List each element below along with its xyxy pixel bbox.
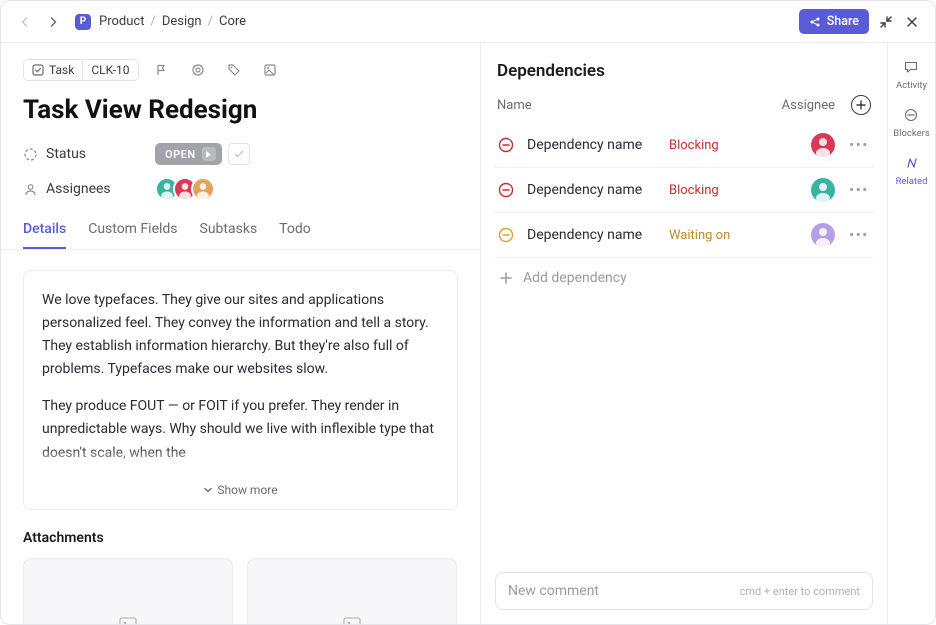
breadcrumb-separator: / [150,14,155,29]
block-icon [497,181,515,199]
plus-icon [499,271,513,285]
block-icon [903,107,919,123]
comment-input[interactable]: New comment cmd + enter to comment [495,572,873,610]
breadcrumb: P Product / Design / Core [75,14,246,30]
collapse-button[interactable] [877,13,895,31]
page-title[interactable]: Task View Redesign [1,91,480,137]
row-menu-button[interactable]: ••• [847,181,871,199]
avatar[interactable] [811,133,835,157]
avatar[interactable] [191,177,215,201]
status-row: Status OPEN [1,137,480,171]
comment-placeholder: New comment [508,583,599,599]
target-button[interactable] [185,57,211,83]
nav-forward-button[interactable] [43,12,63,32]
tag-icon [227,63,241,77]
row-menu-button[interactable]: ••• [847,226,871,244]
tab-todo[interactable]: Todo [279,221,311,249]
rail-related[interactable]: Related [896,153,928,187]
main-panel: Task CLK-10 Task [1,43,481,624]
status-label: Status [23,146,143,162]
dependency-status: Blocking [669,183,719,198]
add-dependency-icon-button[interactable] [851,95,871,115]
share-icon [809,16,821,28]
flag-icon [155,63,169,77]
dependency-status: Waiting on [669,228,730,243]
image-placeholder-icon [342,615,362,624]
add-dependency-button[interactable]: Add dependency [495,258,873,298]
tag-button[interactable] [221,57,247,83]
assignees-label: Assignees [23,181,143,197]
avatar[interactable] [811,178,835,202]
mark-complete-button[interactable] [228,143,250,165]
check-icon [233,148,245,160]
row-menu-button[interactable]: ••• [847,136,871,154]
attachment-card[interactable] [247,558,457,624]
main-scroll[interactable]: We love typefaces. They give our sites a… [1,250,480,624]
breadcrumb-item-0[interactable]: Product [99,14,144,29]
topbar: P Product / Design / Core Share [1,1,935,43]
status-badge[interactable]: OPEN [155,143,222,165]
share-button[interactable]: Share [799,9,869,34]
task-id-label: CLK-10 [91,63,129,77]
attachments-list [23,558,458,624]
assignee-avatars[interactable] [155,177,215,201]
status-next-icon [202,147,216,161]
dependency-name: Dependency name [527,227,657,243]
col-name: Name [497,98,532,113]
dependencies-columns: Name Assignee [495,81,873,123]
tab-details[interactable]: Details [23,221,66,249]
col-assignee: Assignee [782,98,835,113]
close-button[interactable] [903,13,921,31]
description-card[interactable]: We love typefaces. They give our sites a… [23,270,458,510]
image-button[interactable] [257,57,283,83]
workspace-badge[interactable]: P [75,14,91,30]
plus-icon [856,100,866,110]
dependencies-panel: Dependencies Name Assignee Dependency na… [481,43,887,624]
dependency-row[interactable]: Dependency name Blocking ••• [495,168,873,213]
comment-hint: cmd + enter to comment [740,585,860,598]
nav-back-button[interactable] [15,12,35,32]
right-rail: Activity Blockers Related [887,43,935,624]
tabs: Details Custom Fields Subtasks Todo [1,207,480,250]
task-type-label: Task [49,63,74,77]
description-paragraph: We love typefaces. They give our sites a… [42,289,439,381]
tab-subtasks[interactable]: Subtasks [200,221,258,249]
task-window: P Product / Design / Core Share [0,0,936,625]
block-icon [497,136,515,154]
attachments-title: Attachments [23,530,458,546]
dependency-row[interactable]: Dependency name Waiting on ••• [495,213,873,258]
dependencies-title: Dependencies [497,61,605,81]
target-icon [191,63,205,77]
rail-blockers[interactable]: Blockers [893,105,930,139]
image-placeholder-icon [118,615,138,624]
attachment-card[interactable] [23,558,233,624]
task-chips-row: Task CLK-10 [1,43,480,91]
dependency-status: Blocking [669,138,719,153]
dependency-name: Dependency name [527,182,657,198]
share-label: Share [827,14,859,29]
person-icon [23,182,38,197]
tab-custom-fields[interactable]: Custom Fields [88,221,177,249]
add-dependency-label: Add dependency [523,270,627,286]
avatar[interactable] [811,223,835,247]
status-value: OPEN [165,148,196,161]
dependency-name: Dependency name [527,137,657,153]
status-icon [23,147,38,162]
wait-icon [497,226,515,244]
breadcrumb-item-1[interactable]: Design [162,14,202,29]
image-icon [263,63,277,77]
assignees-row: Assignees [1,171,480,207]
rail-activity[interactable]: Activity [896,57,927,91]
chat-icon [903,59,919,75]
show-more-button[interactable]: Show more [42,479,439,499]
task-check-icon [32,64,44,76]
flag-button[interactable] [149,57,175,83]
dependency-row[interactable]: Dependency name Blocking ••• [495,123,873,168]
breadcrumb-item-2[interactable]: Core [219,14,246,29]
breadcrumb-separator: / [208,14,213,29]
chevron-down-icon [203,485,213,495]
related-icon [904,155,920,171]
task-id-chip[interactable]: Task CLK-10 [23,59,139,81]
